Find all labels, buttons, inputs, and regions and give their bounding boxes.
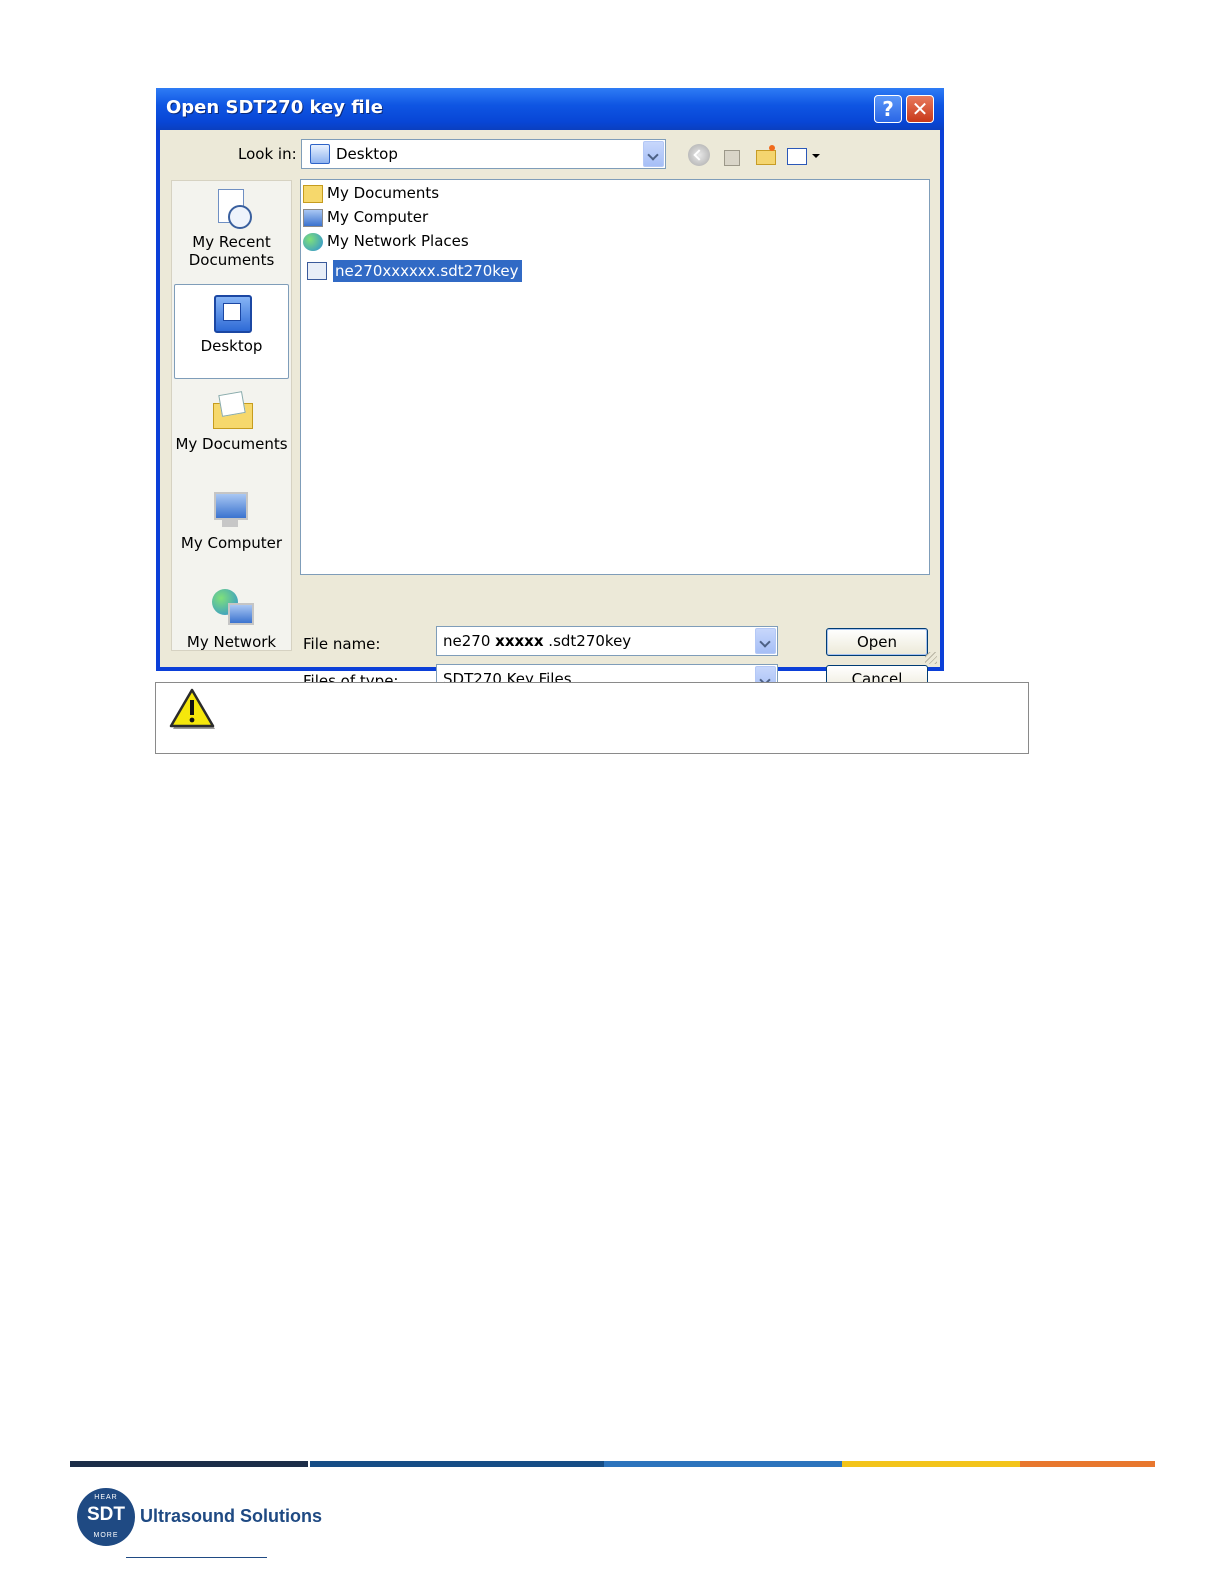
footer-underline [126,1557,267,1558]
open-file-dialog: Open SDT270 key file ? ✕ Look in: Deskto… [156,88,944,694]
desktop-icon [310,144,330,164]
place-my-documents[interactable]: My Documents [172,389,291,453]
brand-name: Ultrasound Solutions [140,1506,322,1526]
look-in-dropdown[interactable]: Desktop [301,139,666,169]
key-file-icon [307,262,327,280]
view-menu-icon[interactable] [786,144,820,166]
file-name: My Network Places [327,232,469,250]
new-folder-icon[interactable] [754,144,776,166]
file-name-value: ne270 xxxxx .sdt270key [443,632,631,650]
title-bar[interactable]: Open SDT270 key file ? ✕ [156,88,944,130]
footer-rule-segment [70,1461,308,1467]
footer-rule-segment [1020,1461,1155,1467]
my-network-icon [210,587,254,631]
dialog-body: Look in: Desktop My Recent Documents Des… [160,130,940,694]
desktop-icon [210,291,254,335]
place-label: My Computer [180,534,283,552]
my-documents-icon [210,389,254,433]
file-name: My Computer [327,208,429,226]
recent-documents-icon [210,187,254,231]
place-desktop[interactable]: Desktop [174,284,289,379]
file-name-suffix: .sdt270key [543,632,632,650]
place-my-computer[interactable]: My Computer [172,488,291,552]
file-name: ne270xxxxxx.sdt270key [333,260,522,282]
logo-bottom-text: MORE [93,1532,119,1539]
logo-top-text: HEAR [94,1494,118,1501]
place-label: Documents [188,251,275,269]
up-folder-icon[interactable] [721,144,743,166]
file-list[interactable]: My Documents My Computer My Network Plac… [300,179,930,575]
look-in-label: Look in: [238,145,297,163]
footer-rule-segment [842,1461,1020,1467]
places-bar: My Recent Documents Desktop My Documents… [171,180,292,651]
logo-main-text: SDT [87,1504,125,1525]
resize-grip-icon[interactable] [925,652,937,664]
place-label: My Network [186,633,277,651]
file-name-label: File name: [303,635,381,653]
dialog-title: Open SDT270 key file [166,97,383,118]
network-icon [303,233,323,251]
look-in-value: Desktop [336,145,398,163]
folder-icon [303,185,323,203]
warning-icon [169,688,215,729]
footer-rule-segment [604,1461,842,1467]
my-computer-icon [210,488,254,532]
file-name-input[interactable]: ne270 xxxxx .sdt270key [436,626,778,656]
chevron-down-icon[interactable] [755,628,776,654]
help-button[interactable]: ? [874,95,902,123]
place-label: My Recent [192,233,271,251]
footer-rule-segment [310,1461,604,1467]
close-button[interactable]: ✕ [906,95,934,123]
file-name-bold: xxxxx [495,632,544,650]
warning-box [155,682,1029,754]
place-my-network[interactable]: My Network [172,587,291,651]
place-label: Desktop [200,337,263,355]
place-label: My Documents [175,435,288,453]
back-icon[interactable] [688,144,710,166]
chevron-down-icon[interactable] [643,141,664,167]
file-name: My Documents [327,184,440,202]
computer-icon [303,209,323,227]
place-my-recent-documents[interactable]: My Recent Documents [172,187,291,269]
sdt-logo: HEAR SDT MORE [77,1488,135,1546]
open-button[interactable]: Open [826,628,928,656]
file-name-prefix: ne270 [443,632,496,650]
